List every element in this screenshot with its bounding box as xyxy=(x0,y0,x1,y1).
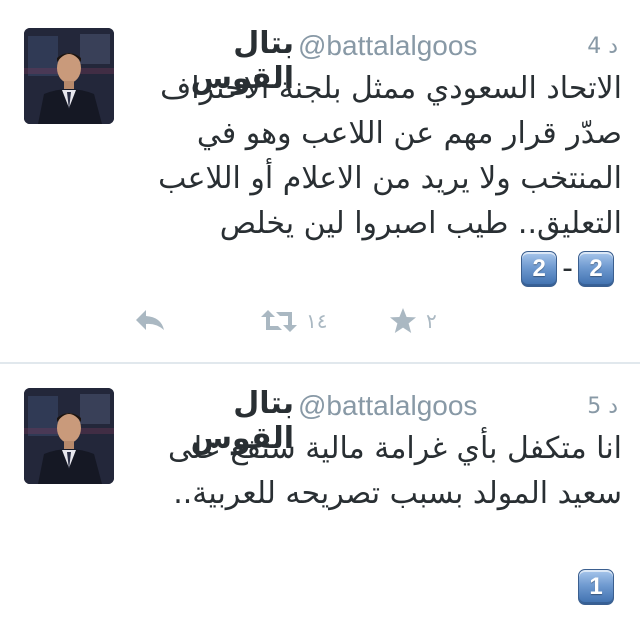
keycap-emoji: 1 xyxy=(578,569,614,605)
tweet-item[interactable]: 4 د @battalalgoos بتال القوس الاتحاد الس… xyxy=(0,0,640,362)
keycap-digit-emoji: 2 xyxy=(521,251,558,287)
favorite-button[interactable]: ٢ xyxy=(388,306,437,336)
avatar-photo xyxy=(24,28,114,124)
tweet-text-line: المنتخب ولا يريد من الاعلام أو اللاعب xyxy=(158,161,622,196)
reply-icon xyxy=(136,310,164,330)
tweet-text-line: انا متكفل بأي غرامة مالية ستقع على xyxy=(168,431,622,466)
user-handle[interactable]: @battalalgoos xyxy=(298,30,477,62)
user-handle[interactable]: @battalalgoos xyxy=(298,390,477,422)
favorite-count: ٢ xyxy=(426,309,437,333)
tweet-timestamp: 4 د xyxy=(587,34,618,59)
tweet-item[interactable]: 5 د @battalalgoos بتال القوس انا متكفل ب… xyxy=(0,364,640,621)
retweet-count: ١٤ xyxy=(306,309,328,333)
tweet-text-line: صدّر قرار مهم عن اللاعب وهو في xyxy=(196,116,622,151)
star-icon xyxy=(390,308,416,333)
avatar[interactable] xyxy=(24,28,114,124)
tweet-text: انا متكفل بأي غرامة مالية ستقع على سعيد … xyxy=(130,426,622,516)
tweet-timestamp: 5 د xyxy=(587,394,618,419)
tweet-text-line: سعيد المولد بسبب تصريحه للعربية.. xyxy=(173,476,622,511)
keycap-digit-emoji: 2 xyxy=(578,251,614,287)
retweet-icon xyxy=(261,310,297,332)
score-emoji: 2 - 2 xyxy=(521,251,614,287)
tweet-text: الاتحاد السعودي ممثل بلجنة الاحتراف صدّر… xyxy=(130,66,622,246)
keycap-digit-emoji: 1 xyxy=(578,569,614,605)
retweet-button[interactable]: ١٤ xyxy=(260,308,327,334)
tweet-text-line: الاتحاد السعودي ممثل بلجنة الاحتراف xyxy=(160,71,622,106)
avatar[interactable] xyxy=(24,388,114,484)
score-separator: - xyxy=(562,251,573,286)
tweet-text-line: التعليق.. طيب اصبروا لين يخلص xyxy=(219,206,622,241)
avatar-photo xyxy=(24,388,114,484)
reply-button[interactable] xyxy=(134,308,166,334)
